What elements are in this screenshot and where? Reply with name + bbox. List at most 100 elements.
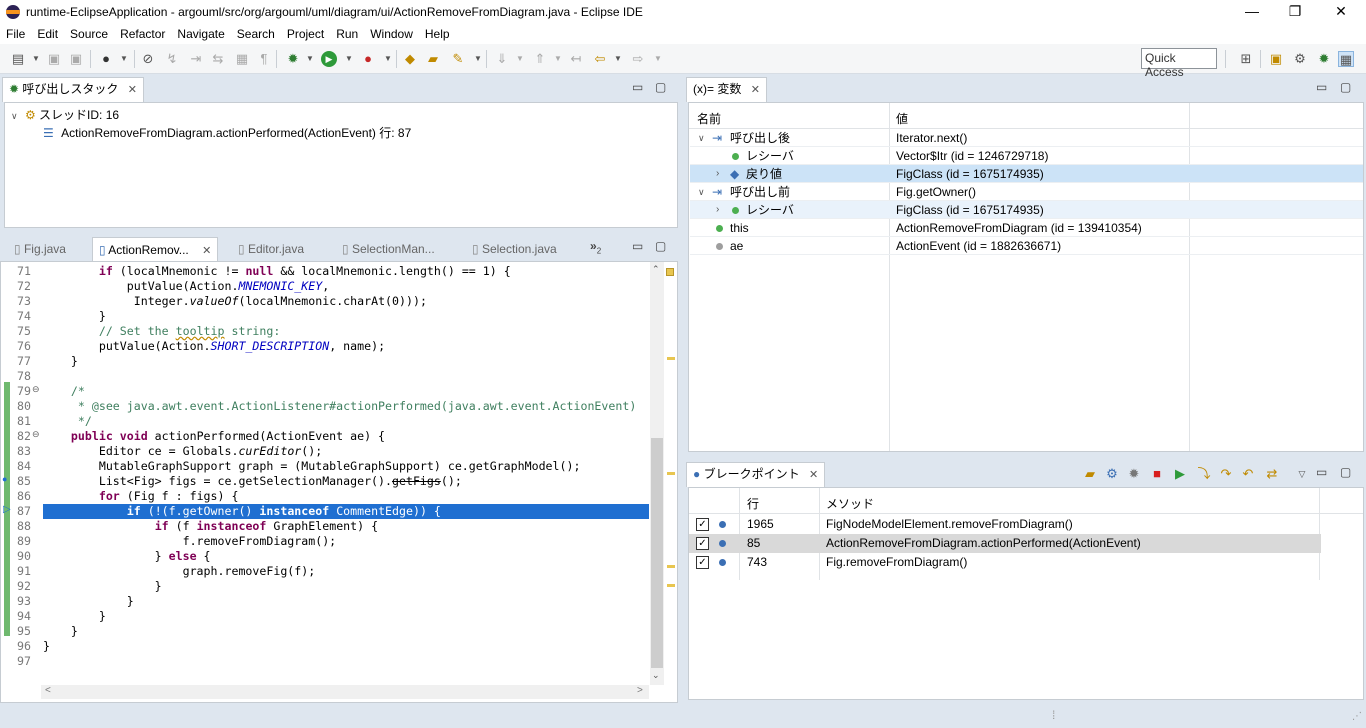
prev-annotation-dropdown-icon[interactable]: ▼ [550,51,566,67]
column-header-value[interactable]: 値 [896,110,908,127]
variable-row[interactable]: ae ActionEvent (id = 1882636671) [690,237,1363,255]
menu-edit[interactable]: Edit [31,27,64,41]
terminate-icon[interactable]: ⇆ [210,51,226,67]
profile-icon[interactable]: ● [98,51,114,67]
close-button[interactable]: ✕ [1318,0,1364,24]
variable-row[interactable]: this ActionRemoveFromDiagram (id = 13941… [690,219,1363,237]
save-all-icon[interactable]: ▣ [68,51,84,67]
menu-refactor[interactable]: Refactor [114,27,171,41]
tab-breakpoints[interactable]: ● ブレークポイント ✕ [686,462,826,487]
chevron-down-icon[interactable]: ∨ [11,111,18,121]
maximize-icon[interactable]: ▢ [655,80,666,94]
tab-fig-java[interactable]: ▯ Fig.java [8,237,72,261]
scroll-down-icon[interactable]: ⌄ [652,670,660,681]
tab-action-remove[interactable]: ▯ ActionRemov... ✕ [92,237,219,262]
column-header-name[interactable]: 名前 [697,110,721,127]
menu-window[interactable]: Window [364,27,419,41]
breakpoint-checkbox[interactable]: ✓ [696,518,709,531]
maximize-icon[interactable]: ▢ [1340,465,1351,479]
close-icon[interactable]: ✕ [128,84,137,96]
variable-row[interactable]: ∨ ⇥ 呼び出し前 Fig.getOwner() [690,183,1363,201]
profile-dropdown-icon[interactable]: ▼ [116,51,132,67]
quick-access-field[interactable]: Quick Access [1141,48,1217,79]
overview-marker[interactable] [667,472,675,475]
menu-file[interactable]: File [0,27,31,41]
breakpoint-row[interactable]: ✓ 743 Fig.removeFromDiagram() [689,553,1321,572]
drop-to-frame-icon[interactable]: ⇄ [1264,466,1280,482]
menu-navigate[interactable]: Navigate [171,27,230,41]
forward-icon[interactable]: ⇨ [630,51,646,67]
chevron-down-icon[interactable]: ∨ [698,183,705,201]
breakpoint-marker-icon[interactable]: ● [2,474,7,484]
close-icon[interactable]: ✕ [202,245,211,257]
chevron-down-icon[interactable]: ∨ [698,129,705,147]
close-icon[interactable]: ✕ [809,469,818,481]
overview-marker[interactable] [667,584,675,587]
breakpoint-row[interactable]: ✓ 1965 FigNodeModelElement.removeFromDia… [689,515,1321,534]
tab-selection-manager[interactable]: ▯ SelectionMan... [336,237,441,261]
run-icon[interactable]: ▶ [321,51,337,67]
fold-icon[interactable]: ⊖ [32,384,40,395]
menu-source[interactable]: Source [64,27,114,41]
suspend-icon[interactable]: ⇥ [188,51,204,67]
git-perspective-icon[interactable]: ⚙ [1292,51,1308,67]
overview-marker[interactable] [667,357,675,360]
skip-all-breakpoints-icon[interactable]: ✹ [1126,466,1142,482]
next-annotation-icon[interactable]: ⇓ [494,51,510,67]
scrollbar-thumb[interactable] [651,438,663,668]
view-menu-icon[interactable]: ▽ [1294,466,1310,482]
menu-help[interactable]: Help [419,27,456,41]
minimize-button[interactable]: — [1229,0,1275,24]
tab-editor-java[interactable]: ▯ Editor.java [232,237,310,261]
back-dropdown-icon[interactable]: ▼ [610,51,626,67]
maximize-icon[interactable]: ▢ [655,239,666,253]
step-into-icon[interactable]: ⤵ [1196,466,1212,482]
debug-icon[interactable]: ✹ [285,51,301,67]
new-dropdown-icon[interactable]: ▼ [28,51,44,67]
forward-dropdown-icon[interactable]: ▼ [650,51,666,67]
variable-row[interactable]: ∨ ⇥ 呼び出し後 Iterator.next() [690,129,1363,147]
minimize-icon[interactable]: ▭ [1316,465,1327,479]
vertical-scrollbar[interactable]: ⌃ ⌄ [650,262,664,685]
debug-dropdown-icon[interactable]: ▼ [302,51,318,67]
stack-frame-row[interactable]: ☰ ActionRemoveFromDiagram.actionPerforme… [43,124,411,142]
resume-disabled-icon[interactable]: ↯ [164,51,180,67]
search-tool-icon[interactable]: ✎ [450,51,466,67]
step-over-icon[interactable]: ↷ [1218,466,1234,482]
skip-breakpoints-icon[interactable]: ⊘ [140,51,156,67]
open-folder-icon[interactable]: ▰ [1082,466,1098,482]
external-tools-dropdown-icon[interactable]: ▼ [380,51,396,67]
prev-annotation-icon[interactable]: ⇑ [532,51,548,67]
minimize-icon[interactable]: ▭ [632,80,643,94]
chevron-right-icon[interactable]: › [716,201,719,219]
step-return-icon[interactable]: ↶ [1240,466,1256,482]
thread-row[interactable]: ∨ ⚙ スレッドID: 16 [11,106,119,124]
scroll-right-icon[interactable]: > [637,685,643,696]
fold-icon[interactable]: ⊖ [32,429,40,440]
disconnect-icon[interactable]: ▦ [234,51,250,67]
overview-marker[interactable] [667,565,675,568]
variable-row[interactable]: › レシーバ FigClass (id = 1675174935) [690,201,1363,219]
overview-warning-marker[interactable] [666,268,674,276]
next-annotation-dropdown-icon[interactable]: ▼ [512,51,528,67]
open-type-icon[interactable]: ◆ [402,51,418,67]
variable-row[interactable]: レシーバ Vector$Itr (id = 1246729718) [690,147,1363,165]
tab-variables[interactable]: (x)= 変数 ✕ [686,77,767,102]
java-perspective-icon[interactable]: ▣ [1268,51,1284,67]
layout-perspective-icon[interactable]: ▦ [1338,51,1354,67]
tab-callstack[interactable]: ✹ 呼び出しスタック ✕ [2,77,144,102]
last-edit-icon[interactable]: ↤ [568,51,584,67]
tab-overflow-button[interactable]: »2 [590,239,601,255]
scroll-left-icon[interactable]: < [45,685,51,696]
variable-row-selected[interactable]: › ◆ 戻り値 FigClass (id = 1675174935) [690,165,1363,183]
minimize-icon[interactable]: ▭ [632,239,643,253]
column-header-method[interactable]: メソッド [826,495,874,512]
pilcrow-icon[interactable]: ¶ [256,51,272,67]
resize-grip-icon[interactable]: ⋰ [1352,711,1362,722]
search-dropdown-icon[interactable]: ▼ [470,51,486,67]
scroll-up-icon[interactable]: ⌃ [652,264,660,275]
link-with-debug-icon[interactable]: ⚙ [1104,466,1120,482]
open-folder-icon[interactable]: ▰ [425,51,441,67]
back-icon[interactable]: ⇦ [592,51,608,67]
open-perspective-icon[interactable]: ⊞ [1238,51,1254,67]
